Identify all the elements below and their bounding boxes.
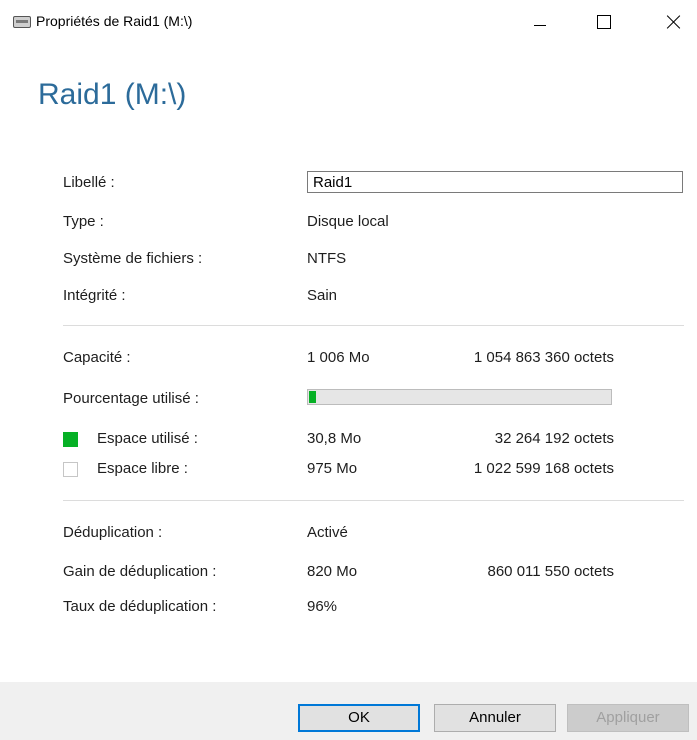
capacity-label: Capacité : [63,349,131,366]
usage-bar [307,389,612,405]
close-button[interactable] [651,0,697,44]
ok-button[interactable]: OK [298,704,420,732]
used-space-size: 30,8 Mo [307,430,362,447]
used-space-bytes: 32 264 192 octets [494,430,614,447]
dedup-label: Déduplication : [63,524,163,541]
page-title: Raid1 (M:\) [38,78,187,111]
title-bar[interactable]: Propriétés de Raid1 (M:\) [0,0,697,44]
free-space-bytes: 1 022 599 168 octets [473,460,614,477]
dedup-gain-bytes: 860 011 550 octets [487,563,615,580]
free-space-swatch [63,462,78,477]
free-space-label: Espace libre : [97,460,188,477]
type-value: Disque local [307,213,389,230]
integrity-label: Intégrité : [63,287,126,304]
cancel-button[interactable]: Annuler [434,704,556,732]
dedup-value: Activé [307,524,348,541]
minimize-icon [534,24,546,26]
used-space-label: Espace utilisé : [97,430,198,447]
label-field-label: Libellé : [63,174,115,191]
capacity-bytes: 1 054 863 360 octets [473,349,614,366]
capacity-size: 1 006 Mo [307,349,370,366]
divider [63,325,684,326]
drive-icon [13,16,31,28]
maximize-icon [597,15,611,29]
type-label: Type : [63,213,104,230]
filesystem-value: NTFS [307,250,347,267]
minimize-button[interactable] [517,0,563,44]
close-icon [667,15,681,29]
filesystem-label: Système de fichiers : [63,250,203,267]
divider [63,500,684,501]
dedup-rate-value: 96% [307,598,338,615]
percent-used-label: Pourcentage utilisé : [63,390,199,407]
dedup-gain-size: 820 Mo [307,563,358,580]
apply-button[interactable]: Appliquer [567,704,689,732]
dedup-gain-label: Gain de déduplication : [63,563,217,580]
integrity-value: Sain [307,287,338,304]
label-input[interactable] [307,171,683,193]
used-space-swatch [63,432,78,447]
free-space-size: 975 Mo [307,460,358,477]
window-title: Propriétés de Raid1 (M:\) [36,13,193,29]
dedup-rate-label: Taux de déduplication : [63,598,217,615]
maximize-button[interactable] [581,0,627,44]
usage-bar-fill [309,391,317,403]
